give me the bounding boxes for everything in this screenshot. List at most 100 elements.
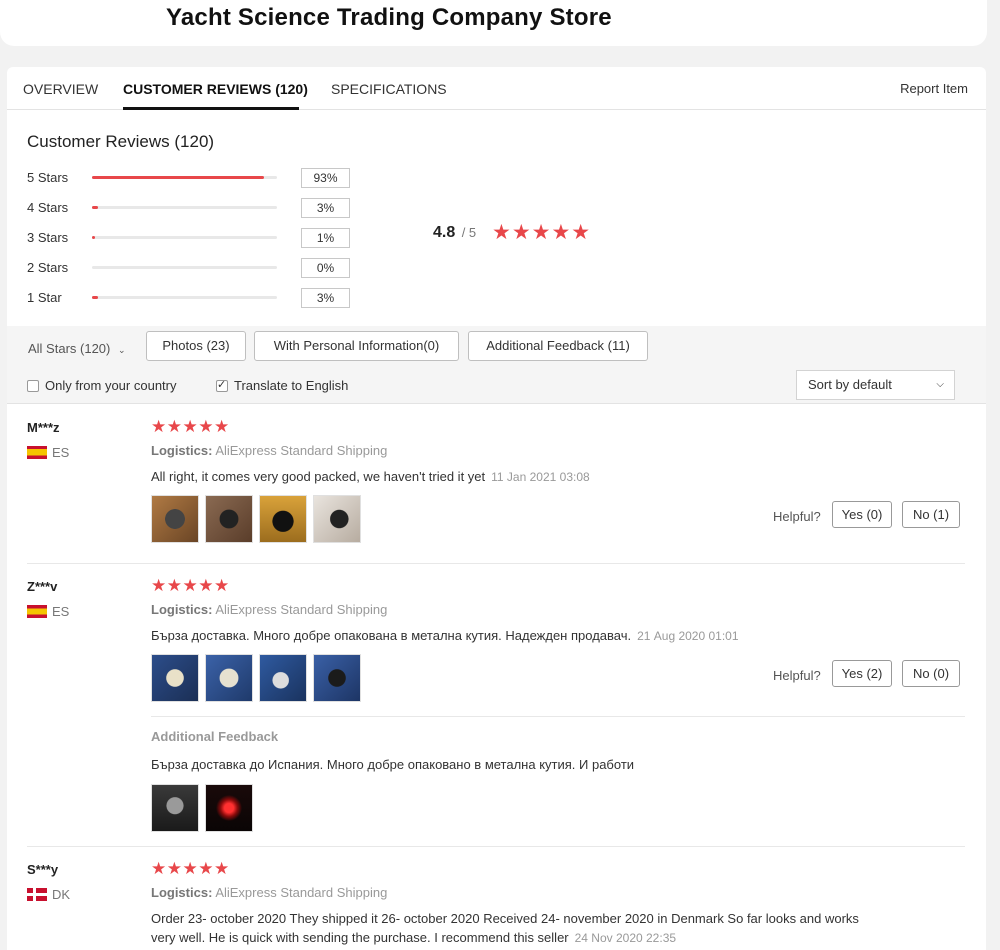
additional-feedback-text: Бърза доставка до Испания. Много добре о… xyxy=(151,757,635,772)
rating-bar-track xyxy=(92,266,277,269)
only-country-label: Only from your country xyxy=(45,378,177,393)
translate-label: Translate to English xyxy=(234,378,349,393)
review-photo-thumbnail[interactable] xyxy=(151,495,199,543)
logistics-value: AliExpress Standard Shipping xyxy=(215,885,388,900)
review-date: 21 Aug 2020 01:01 xyxy=(637,629,739,643)
rating-bar-fill xyxy=(92,236,95,239)
review-body: Order 23- october 2020 They shipped it 2… xyxy=(151,911,859,945)
review-photo-thumbnail[interactable] xyxy=(259,495,307,543)
review-item: Z***v ES ★★★★★ Logistics: AliExpress Sta… xyxy=(27,576,965,847)
rating-label: 4 Stars xyxy=(27,200,69,215)
rating-row-5[interactable]: 5 Stars 93% xyxy=(27,168,357,188)
country-code: ES xyxy=(52,604,70,619)
rating-bar-track xyxy=(92,176,277,179)
rating-label: 3 Stars xyxy=(27,230,69,245)
reviewer-country: DK xyxy=(27,887,70,902)
rating-percent: 3% xyxy=(301,288,350,308)
rating-row-3[interactable]: 3 Stars 1% xyxy=(27,228,357,248)
review-photo-thumbnail[interactable] xyxy=(313,654,361,702)
photos-filter-button[interactable]: Photos (23) xyxy=(146,331,246,361)
country-code: DK xyxy=(52,887,71,902)
reviewer-name: M***z xyxy=(27,420,60,435)
review-photo-thumbnail[interactable] xyxy=(259,654,307,702)
country-code: ES xyxy=(52,445,70,460)
report-item-link[interactable]: Report Item xyxy=(900,81,968,96)
tab-specifications[interactable]: SPECIFICATIONS xyxy=(331,81,447,97)
review-text: All right, it comes very good packed, we… xyxy=(151,467,861,487)
rating-bar-track xyxy=(92,296,277,299)
logistics-label: Logistics: xyxy=(151,885,213,900)
spain-flag-icon xyxy=(27,605,47,618)
sort-select-value: Sort by default xyxy=(808,377,892,392)
rating-bar-track xyxy=(92,206,277,209)
additional-feedback-divider xyxy=(151,716,965,717)
denmark-flag-icon xyxy=(27,888,47,901)
rating-row-2[interactable]: 2 Stars 0% xyxy=(27,258,357,278)
helpful-label: Helpful? xyxy=(773,509,821,524)
review-star-icons: ★★★★★ xyxy=(151,859,230,878)
review-logistics: Logistics: AliExpress Standard Shipping xyxy=(151,443,387,458)
average-star-icons: ★★★★★ xyxy=(492,221,592,244)
review-text: Order 23- october 2020 They shipped it 2… xyxy=(151,909,861,948)
logistics-label: Logistics: xyxy=(151,443,213,458)
review-photos xyxy=(151,654,361,702)
logistics-value: AliExpress Standard Shipping xyxy=(215,443,388,458)
review-star-icons: ★★★★★ xyxy=(151,576,230,595)
rating-bar-track xyxy=(92,236,277,239)
helpful-yes-button[interactable]: Yes (0) xyxy=(832,501,892,528)
review-photo-thumbnail[interactable] xyxy=(313,495,361,543)
review-item: M***z ES ★★★★★ Logistics: AliExpress Sta… xyxy=(27,417,965,564)
store-header: Yacht Science Trading Company Store xyxy=(0,0,987,46)
chevron-down-icon: ⌄ xyxy=(118,345,126,355)
additional-feedback-filter-button[interactable]: Additional Feedback (11) xyxy=(468,331,648,361)
review-item: S***y DK ★★★★★ Logistics: AliExpress Sta… xyxy=(27,859,965,950)
helpful-no-button[interactable]: No (0) xyxy=(902,660,960,687)
logistics-value: AliExpress Standard Shipping xyxy=(215,602,388,617)
review-body: All right, it comes very good packed, we… xyxy=(151,469,486,484)
reviewer-name: Z***v xyxy=(27,579,58,594)
personal-info-filter-button[interactable]: With Personal Information(0) xyxy=(254,331,459,361)
rating-percent: 93% xyxy=(301,168,350,188)
filter-bar: All Stars (120) ⌄ Photos (23) With Perso… xyxy=(7,326,986,404)
reviews-panel: OVERVIEW CUSTOMER REVIEWS (120) SPECIFIC… xyxy=(7,67,986,950)
helpful-yes-button[interactable]: Yes (2) xyxy=(832,660,892,687)
all-stars-dropdown[interactable]: All Stars (120) ⌄ xyxy=(28,341,126,356)
additional-feedback-title: Additional Feedback xyxy=(151,729,279,744)
rating-row-1[interactable]: 1 Star 3% xyxy=(27,288,357,308)
reviewer-country: ES xyxy=(27,604,69,619)
review-star-icons: ★★★★★ xyxy=(151,417,230,436)
tab-customer-reviews[interactable]: CUSTOMER REVIEWS (120) xyxy=(123,81,308,97)
reviewer-country: ES xyxy=(27,445,69,460)
rating-percent: 1% xyxy=(301,228,350,248)
store-title: Yacht Science Trading Company Store xyxy=(166,4,612,31)
review-logistics: Logistics: AliExpress Standard Shipping xyxy=(151,602,387,617)
sort-select[interactable]: Sort by default ⌵ xyxy=(796,370,955,400)
review-photo-thumbnail[interactable] xyxy=(151,654,199,702)
review-body: Бърза доставка. Много добре опакована в … xyxy=(151,628,632,643)
rating-percent: 3% xyxy=(301,198,350,218)
logistics-label: Logistics: xyxy=(151,602,213,617)
review-photo-thumbnail[interactable] xyxy=(151,784,199,832)
review-photo-thumbnail[interactable] xyxy=(205,495,253,543)
rating-percent: 0% xyxy=(301,258,350,278)
review-photo-thumbnail[interactable] xyxy=(205,654,253,702)
translate-checkbox[interactable]: Translate to English xyxy=(216,378,348,393)
rating-label: 2 Stars xyxy=(27,260,69,275)
rating-bar-fill xyxy=(92,296,98,299)
review-logistics: Logistics: AliExpress Standard Shipping xyxy=(151,885,387,900)
rating-row-4[interactable]: 4 Stars 3% xyxy=(27,198,357,218)
reviews-summary-title: Customer Reviews (120) xyxy=(27,132,215,151)
only-country-checkbox[interactable]: Only from your country xyxy=(27,378,177,393)
average-rating-value: 4.8 xyxy=(433,224,456,241)
rating-bar-fill xyxy=(92,206,98,209)
review-date: 24 Nov 2020 22:35 xyxy=(574,931,677,945)
additional-feedback-photos xyxy=(151,784,253,832)
rating-label: 1 Star xyxy=(27,290,62,305)
rating-bar-fill xyxy=(92,176,264,179)
checkbox-checked-icon xyxy=(216,378,228,392)
tab-overview[interactable]: OVERVIEW xyxy=(23,81,98,97)
reviewer-name: S***y xyxy=(27,862,59,877)
review-photo-thumbnail[interactable] xyxy=(205,784,253,832)
tab-bar: OVERVIEW CUSTOMER REVIEWS (120) SPECIFIC… xyxy=(7,67,986,110)
helpful-no-button[interactable]: No (1) xyxy=(902,501,960,528)
